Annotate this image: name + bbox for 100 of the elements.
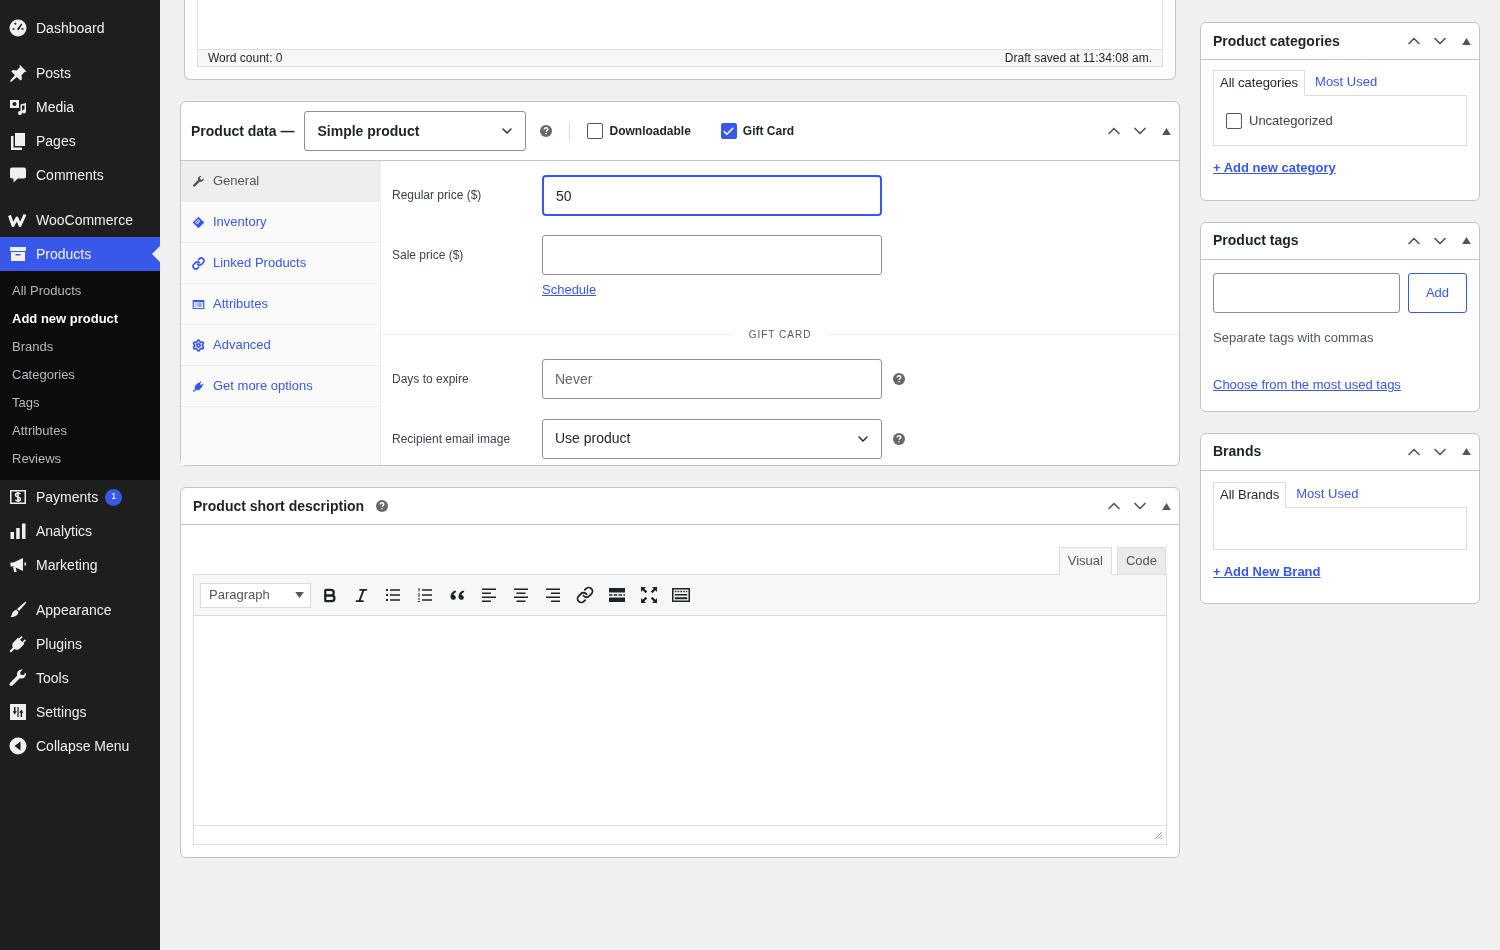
add-new-link[interactable]: + Add new category <box>1213 158 1336 178</box>
archive-box-icon <box>8 244 28 264</box>
save-status: Draft saved at 11:34:08 am. <box>1004 50 1152 67</box>
panel-title: Product data — <box>191 121 295 141</box>
link-icon <box>192 256 205 270</box>
help-icon <box>893 372 905 385</box>
triangle-up-icon <box>1161 502 1171 510</box>
numbered-list-icon <box>415 585 435 605</box>
panel-title: Product short description <box>193 496 365 516</box>
speech-bubble-icon <box>8 165 28 185</box>
menu-item[interactable]: Posts <box>0 56 160 90</box>
add-tag-button[interactable]: Add <box>1408 272 1467 313</box>
format-select[interactable]: Paragraph <box>200 582 311 608</box>
menu-item[interactable]: Dashboard <box>0 11 160 45</box>
checkbox-label[interactable]: Uncategorized <box>1249 110 1333 131</box>
menu-item[interactable]: Comments <box>0 158 160 192</box>
text-input[interactable]: Never <box>542 358 882 399</box>
product-type-select[interactable]: Simple product <box>304 111 527 151</box>
panel-title: Product categories <box>1213 31 1340 51</box>
select-field[interactable]: Use product <box>542 418 882 459</box>
keyboard-icon <box>671 585 691 605</box>
menu-item[interactable]: Pages <box>0 124 160 158</box>
checkbox-label[interactable]: Downloadable <box>609 122 691 140</box>
field-label: Recipient email image <box>392 430 511 448</box>
triangle-up-icon <box>1461 448 1471 455</box>
link-icon <box>576 586 594 604</box>
panel-tab[interactable]: Most Used <box>1305 69 1388 95</box>
add-new-link[interactable]: + Add New Brand <box>1213 561 1321 581</box>
menu-item[interactable]: Products <box>0 237 160 271</box>
field-label: Days to expire <box>392 370 469 388</box>
collapse-icon <box>8 736 28 756</box>
word-count: Word count: 0 <box>208 50 283 67</box>
price-input[interactable]: 50 <box>542 175 882 216</box>
menu-item[interactable]: Settings <box>0 695 160 729</box>
panel-tab[interactable]: Most Used <box>1286 480 1369 507</box>
help-icon <box>540 125 553 137</box>
read-more-icon <box>607 585 627 605</box>
media-icon <box>8 97 28 117</box>
submenu-item[interactable]: Categories <box>0 361 160 389</box>
megaphone-icon <box>8 555 28 575</box>
bar-chart-icon <box>8 521 28 541</box>
caret-down-icon <box>295 592 304 598</box>
triangle-up-icon <box>1461 37 1471 45</box>
gear-icon <box>192 338 205 352</box>
submenu-item[interactable]: Attributes <box>0 417 160 445</box>
menu-item[interactable]: Payments <box>0 480 103 514</box>
panel-tab[interactable]: All categories <box>1213 70 1306 96</box>
panel-title: Product tags <box>1213 231 1299 250</box>
dollar-card-icon <box>8 487 28 507</box>
panel-title: Brands <box>1213 442 1262 461</box>
hint-text: Separate tags with commas <box>1213 328 1374 347</box>
schedule-link[interactable]: Schedule <box>542 280 597 300</box>
wrench-icon <box>192 174 205 188</box>
paintbrush-icon <box>8 600 28 620</box>
submenu-item[interactable]: Tags <box>0 389 160 417</box>
tag-input[interactable] <box>1213 272 1400 313</box>
menu-item[interactable]: Analytics <box>0 514 160 548</box>
checkbox[interactable] <box>1226 112 1242 129</box>
gauge-icon <box>8 18 28 38</box>
plug-icon <box>192 379 205 393</box>
collapse-menu-button[interactable]: Collapse Menu <box>0 729 160 763</box>
field-label: Sale price ($) <box>392 247 464 264</box>
sliders-icon <box>8 702 28 722</box>
submenu-item[interactable]: Add new product <box>0 305 160 333</box>
checkbox[interactable] <box>720 123 737 139</box>
submenu-item[interactable]: All Products <box>0 277 160 305</box>
editor-field[interactable] <box>197 0 1163 49</box>
pushpin-icon <box>8 63 28 83</box>
wrench-icon <box>8 668 28 688</box>
triangle-up-icon <box>1161 127 1171 135</box>
menu-item[interactable]: Plugins <box>0 627 160 661</box>
editor-tab[interactable]: Visual <box>1058 547 1112 575</box>
tag-icon <box>192 215 205 229</box>
menu-item[interactable]: Marketing <box>0 548 160 582</box>
menu-item[interactable]: WooCommerce <box>0 203 160 237</box>
checkbox[interactable] <box>587 123 604 139</box>
editor-tab[interactable]: Code <box>1116 547 1166 575</box>
product-data-tab[interactable]: General <box>181 161 380 202</box>
count-badge: 1 <box>105 488 123 506</box>
triangle-up-icon <box>1461 237 1471 244</box>
menu-item[interactable]: Appearance <box>0 593 160 627</box>
pointer-icon <box>152 246 160 262</box>
price-input[interactable] <box>542 235 882 275</box>
list-card-icon <box>192 297 205 311</box>
plug-icon <box>8 634 28 654</box>
checkbox-label[interactable]: Gift Card <box>742 122 795 140</box>
help-icon <box>376 500 389 512</box>
resize-handle-icon <box>1154 830 1163 840</box>
menu-item[interactable]: Media <box>0 90 160 124</box>
submenu-item[interactable]: Brands <box>0 333 160 361</box>
help-icon <box>893 432 905 445</box>
fullscreen-icon <box>639 585 659 605</box>
panel-tab[interactable]: All Brands <box>1213 481 1287 508</box>
check-icon <box>722 124 736 138</box>
most-used-tags-link[interactable]: Choose from the most used tags <box>1213 375 1401 395</box>
submenu-item[interactable]: Reviews <box>0 445 160 473</box>
menu-item[interactable]: Tools <box>0 661 160 695</box>
pages-icon <box>8 131 28 151</box>
section-heading: GIFT CARD <box>747 328 813 342</box>
field-label: Regular price ($) <box>392 187 482 204</box>
